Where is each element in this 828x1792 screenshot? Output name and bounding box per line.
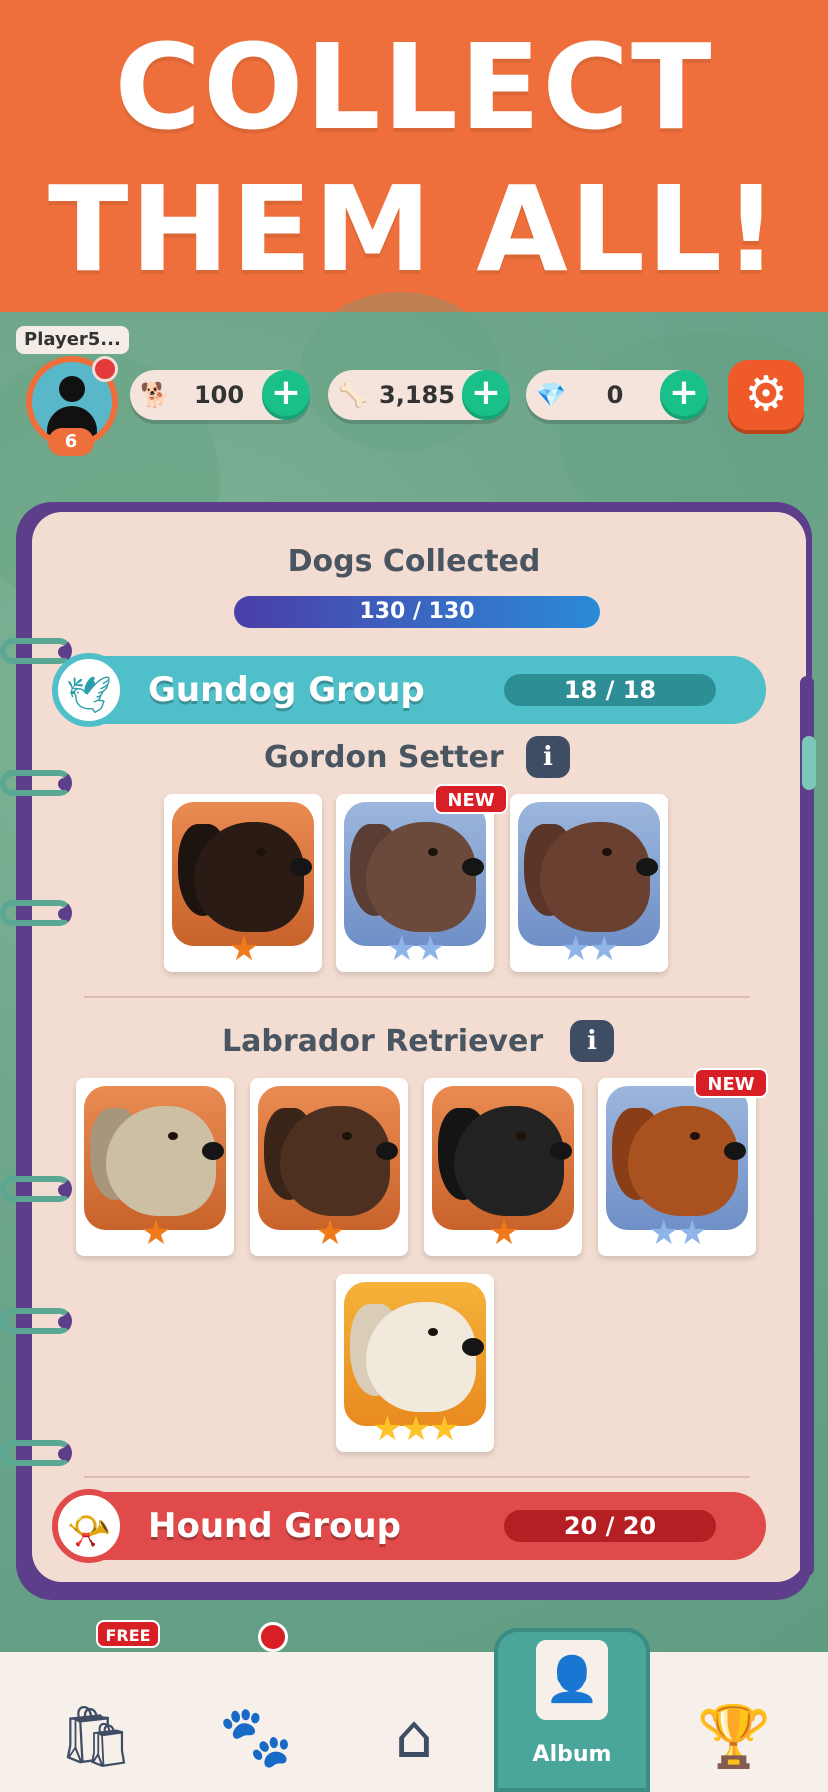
star-rating: ★★★ <box>372 1409 459 1449</box>
star-rating: ★ <box>228 929 259 969</box>
dog-card[interactable]: ★★★ <box>336 1274 494 1452</box>
shop-bag-icon: 🛍 <box>57 1702 135 1772</box>
star-rating: ★★ <box>386 929 446 969</box>
album-scrollbar[interactable] <box>800 676 814 1576</box>
currency-diamonds-value: 0 <box>606 381 624 409</box>
banner-line-1: COLLECT <box>114 18 714 156</box>
gordon-setter-info-button[interactable]: i <box>526 736 570 778</box>
currency-dogs-value: 100 <box>193 381 245 409</box>
new-badge: NEW <box>694 1068 768 1098</box>
currency-bones: 🦴 3,185 + <box>328 370 510 420</box>
paw-icon: 🐾 <box>218 1702 294 1772</box>
hound-group-name: Hound Group <box>148 1506 401 1546</box>
currency-dogs: 🐕 100 + <box>130 370 310 420</box>
star-rating: ★ <box>314 1213 345 1253</box>
banner-line-2: THEM ALL! <box>48 160 780 298</box>
breed-title-gordon-setter: Gordon Setter <box>264 740 504 775</box>
album-scroll-thumb[interactable] <box>802 736 816 790</box>
dog-card[interactable]: ★ <box>250 1078 408 1256</box>
breed-title-labrador-retriever: Labrador Retriever <box>222 1024 544 1059</box>
level-badge: 6 <box>48 428 94 456</box>
dog-card[interactable]: ★★ <box>510 794 668 972</box>
nav-trophy[interactable]: 🏆 <box>664 1652 804 1792</box>
dogs-collected-title: Dogs Collected <box>287 544 541 579</box>
free-badge: FREE <box>96 1620 160 1648</box>
star-rating: ★ <box>140 1213 171 1253</box>
dog-card[interactable]: ★ <box>164 794 322 972</box>
hound-group-count: 20 / 20 <box>504 1510 716 1542</box>
gundog-group-count: 18 / 18 <box>504 674 716 706</box>
nav-home[interactable]: ⌂ <box>344 1652 484 1792</box>
currency-bones-value: 3,185 <box>379 381 455 409</box>
notification-dot <box>258 1622 288 1652</box>
dog-card[interactable]: ★★ <box>336 794 494 972</box>
dog-icon: 🐕 <box>140 381 170 409</box>
breed-divider <box>84 996 750 998</box>
user-silhouette-icon <box>59 376 85 402</box>
album-icon: 👤 <box>536 1640 608 1720</box>
dog-card[interactable]: ★ <box>424 1078 582 1256</box>
gear-icon: ⚙ <box>744 366 788 422</box>
nav-dogs[interactable]: 🐾 <box>186 1652 326 1792</box>
nav-shop[interactable]: 🛍 <box>26 1652 166 1792</box>
settings-button[interactable]: ⚙ <box>728 360 804 430</box>
nav-album-label: Album <box>532 1742 612 1767</box>
add-dogs-button[interactable]: + <box>262 370 310 420</box>
star-rating: ★ <box>488 1213 519 1253</box>
new-badge: NEW <box>434 784 508 814</box>
breed-divider <box>84 1476 750 1478</box>
notification-dot <box>92 356 118 382</box>
add-bones-button[interactable]: + <box>462 370 510 420</box>
gundog-group-name: Gundog Group <box>148 670 425 710</box>
promo-banner: COLLECT THEM ALL! <box>0 0 828 312</box>
player-name-label: Player5... <box>16 326 129 354</box>
dog-card[interactable]: ★★ <box>598 1078 756 1256</box>
currency-diamonds: 💎 0 + <box>526 370 708 420</box>
trophy-icon: 🏆 <box>696 1702 772 1772</box>
home-icon: ⌂ <box>394 1702 434 1772</box>
bone-icon: 🦴 <box>338 381 368 409</box>
star-rating: ★★ <box>648 1213 708 1253</box>
labrador-retriever-info-button[interactable]: i <box>570 1020 614 1062</box>
bird-icon: 🕊 <box>52 653 126 727</box>
star-rating: ★★ <box>560 929 620 969</box>
add-diamonds-button[interactable]: + <box>660 370 708 420</box>
diamond-icon: 💎 <box>536 381 566 409</box>
dog-card[interactable]: ★ <box>76 1078 234 1256</box>
horn-icon: 📯 <box>52 1489 126 1563</box>
collection-progress-bar: 130 / 130 <box>234 596 600 628</box>
